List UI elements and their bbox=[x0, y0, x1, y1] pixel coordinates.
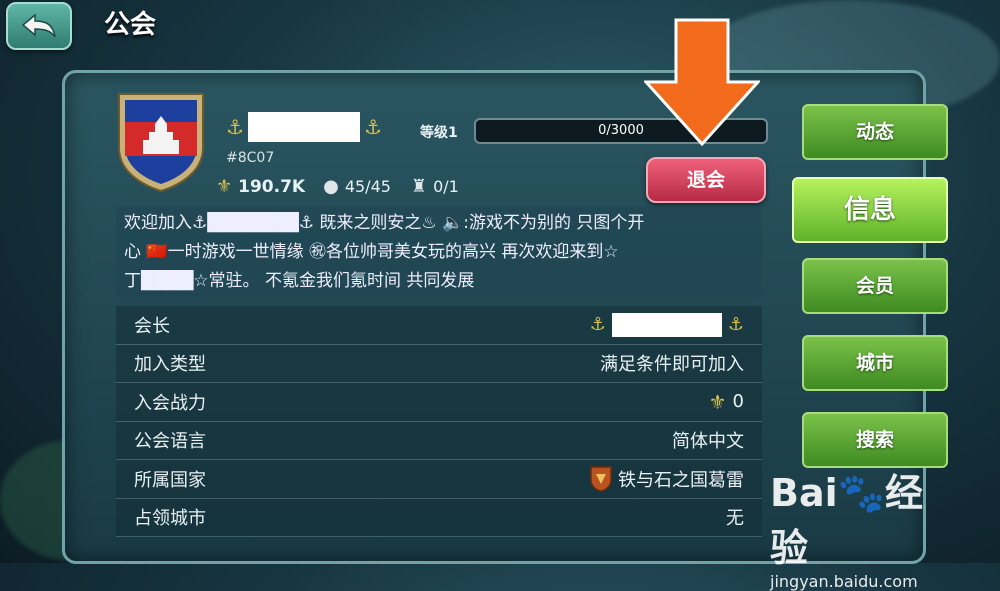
leave-guild-button[interactable]: 退会 bbox=[646, 157, 766, 203]
info-row-join-type: 加入类型 满足条件即可加入 bbox=[116, 344, 762, 383]
info-label: 入会战力 bbox=[134, 392, 206, 414]
info-row-country: 所属国家 铁与石之国葛雷 bbox=[116, 460, 762, 499]
info-label: 会长 bbox=[134, 315, 170, 337]
guild-name-row: ⚓ ⚓ bbox=[226, 112, 382, 142]
guild-description: 欢迎加入⚓███████⚓ 既来之则安之♨ 🔈:游戏不为别的 只图个开 心 🇨🇳… bbox=[116, 207, 762, 297]
power-icon: ⚜ bbox=[216, 176, 233, 197]
info-value: 简体中文 bbox=[672, 431, 744, 453]
description-line: 心 🇨🇳一时游戏一世情缘 ㊗各位帅哥美女玩的高兴 再次欢迎来到☆ bbox=[124, 242, 619, 262]
info-row-language: 公会语言 简体中文 bbox=[116, 421, 762, 460]
tab-info[interactable]: 信息 bbox=[792, 177, 948, 243]
anchor-icon: ⚓ bbox=[727, 314, 744, 336]
description-line: 丁████☆常驻。 不氪金我们氪时间 共同发展 bbox=[124, 271, 475, 291]
info-value: 满足条件即可加入 bbox=[600, 354, 744, 376]
country-crest-icon bbox=[590, 466, 612, 492]
pointer-arrow-icon bbox=[644, 18, 760, 146]
leader-name-redacted bbox=[611, 312, 722, 337]
guild-info-table: 会长 ⚓ ⚓ 加入类型 满足条件即可加入 入会战力 ⚜ 0 公会语言 简体中文 … bbox=[116, 306, 762, 537]
info-label: 加入类型 bbox=[134, 354, 206, 376]
info-value: ⚓ ⚓ bbox=[589, 312, 744, 337]
anchor-icon: ⚓ bbox=[363, 115, 382, 139]
tab-members[interactable]: 会员 bbox=[802, 258, 948, 314]
member-icon: ● bbox=[323, 176, 339, 197]
watermark-logo: Bai🐾经验 bbox=[770, 471, 923, 570]
tab-activity[interactable]: 动态 bbox=[802, 104, 948, 160]
info-value-text: 铁与石之国葛雷 bbox=[618, 469, 744, 491]
guild-name-redacted bbox=[247, 112, 360, 142]
info-label: 公会语言 bbox=[134, 431, 206, 453]
exp-text: 0/3000 bbox=[598, 123, 644, 138]
back-button[interactable] bbox=[6, 2, 72, 50]
info-value: 铁与石之国葛雷 bbox=[590, 466, 744, 492]
guild-members: 45/45 bbox=[344, 177, 391, 196]
info-label: 占领城市 bbox=[134, 508, 206, 530]
back-arrow-icon bbox=[21, 13, 56, 38]
info-value: ⚜ 0 bbox=[709, 390, 744, 414]
info-row-city: 占领城市 无 bbox=[116, 498, 762, 537]
anchor-icon: ⚓ bbox=[589, 314, 606, 336]
baidu-watermark: Bai🐾经验 jingyan.baidu.com bbox=[770, 462, 960, 591]
power-icon: ⚜ bbox=[708, 389, 727, 414]
guild-id: #8C07 bbox=[226, 150, 275, 166]
info-row-leader: 会长 ⚓ ⚓ bbox=[116, 306, 762, 345]
info-value-text: 0 bbox=[732, 391, 744, 413]
guild-level: 等级1 bbox=[420, 125, 458, 141]
info-value: 无 bbox=[726, 508, 744, 530]
guild-cities: 0/1 bbox=[433, 177, 459, 196]
tab-cities[interactable]: 城市 bbox=[802, 335, 948, 391]
watermark-url: jingyan.baidu.com bbox=[770, 572, 918, 591]
info-label: 所属国家 bbox=[134, 469, 206, 491]
description-line: 欢迎加入⚓███████⚓ 既来之则安之♨ 🔈:游戏不为别的 只图个开 bbox=[124, 213, 645, 233]
tab-search[interactable]: 搜索 bbox=[802, 412, 948, 468]
page-title: 公会 bbox=[104, 10, 157, 40]
guild-power: 190.7K bbox=[238, 176, 306, 197]
castle-icon: ♜ bbox=[410, 176, 428, 197]
guild-stats: ⚜ 190.7K ● 45/45 ♜ 0/1 bbox=[216, 176, 459, 197]
guild-emblem-icon bbox=[118, 93, 204, 193]
info-row-join-power: 入会战力 ⚜ 0 bbox=[116, 383, 762, 422]
anchor-icon: ⚓ bbox=[226, 115, 244, 139]
